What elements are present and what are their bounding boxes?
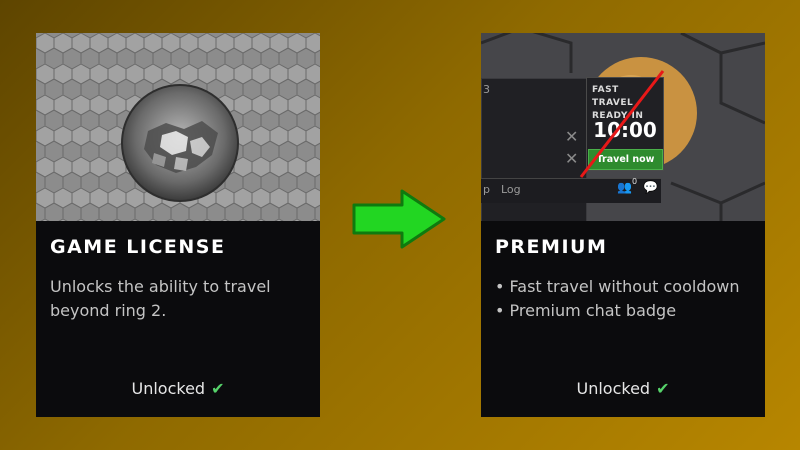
game-license-image: [36, 33, 320, 221]
status-label: Unlocked: [576, 379, 651, 398]
status-label: Unlocked: [131, 379, 206, 398]
players-icon: 👥: [617, 180, 632, 194]
hex-map-icon: [36, 33, 320, 221]
game-license-card: GAME LICENSE Unlocks the ability to trav…: [36, 33, 320, 417]
game-license-status: Unlocked ✔: [36, 379, 320, 398]
premium-benefits-list: Fast travel without cooldown Premium cha…: [495, 275, 757, 323]
chat-icon: 💬: [643, 180, 658, 194]
premium-status: Unlocked ✔: [481, 379, 765, 398]
preview-tab-fragment: 3: [483, 83, 490, 96]
arrow-right-icon: [352, 189, 446, 249]
benefit-item: Premium chat badge: [495, 299, 757, 323]
game-license-title: GAME LICENSE: [50, 236, 226, 258]
notification-count: 0: [632, 177, 638, 186]
game-license-description: Unlocks the ability to travel beyond rin…: [50, 277, 271, 320]
preview-tab-log: Log: [501, 183, 521, 196]
check-icon: ✔: [656, 379, 670, 398]
premium-card: ✕ ✕ 3 FAST TRAVEL READY IN 10:00 Travel …: [481, 33, 765, 417]
strikethrough-icon: [579, 70, 665, 178]
premium-title: PREMIUM: [495, 236, 608, 258]
benefit-item: Fast travel without cooldown: [495, 275, 757, 299]
check-icon: ✔: [211, 379, 225, 398]
preview-tab-fragment: p: [483, 183, 490, 196]
premium-preview-image: ✕ ✕ 3 FAST TRAVEL READY IN 10:00 Travel …: [481, 33, 765, 221]
